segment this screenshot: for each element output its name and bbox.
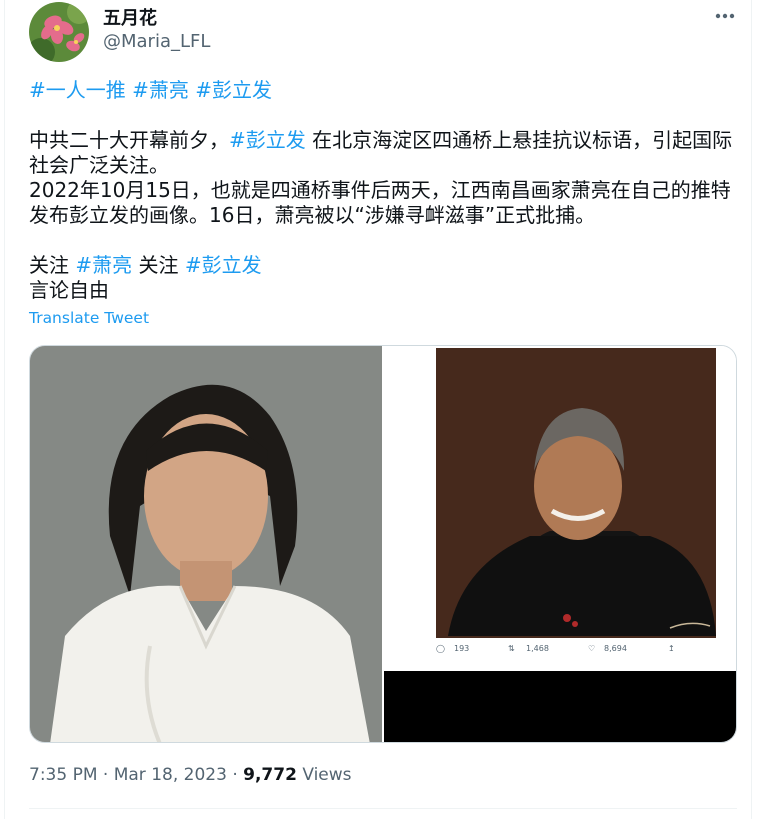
separator: · (102, 765, 109, 785)
like-count: 8,694 (604, 644, 627, 653)
translate-tweet-link[interactable]: Translate Tweet (29, 309, 149, 327)
photo-right[interactable] (384, 346, 737, 743)
retweet-count: 1,468 (526, 644, 549, 653)
hashtag-link[interactable]: #萧亮 (75, 253, 132, 277)
views-label: Views (302, 765, 352, 785)
more-options-button[interactable] (711, 2, 739, 30)
avatar[interactable] (29, 2, 89, 62)
follow-label: 关注 (138, 253, 179, 277)
photo-left[interactable] (30, 346, 382, 743)
hashtag-link[interactable]: #一人一推 (29, 78, 126, 102)
hashtag-link[interactable]: #萧亮 (132, 78, 189, 102)
divider (29, 808, 737, 809)
views-count: 9,772 (243, 765, 297, 785)
tweet-card: 五月花 @Maria_LFL #一人一推 #萧亮 #彭立发 中共二十大开幕前夕，… (4, 0, 752, 819)
separator: · (232, 765, 238, 785)
hashtag-link[interactable]: #彭立发 (195, 78, 272, 102)
reply-count: 193 (454, 644, 470, 653)
tweet-paragraph: 中共二十大开幕前夕， (29, 128, 229, 152)
tweet-paragraph: 言论自由 (29, 278, 109, 302)
author-handle[interactable]: @Maria_LFL (103, 31, 210, 52)
reply-icon: ◯ (436, 644, 445, 653)
like-icon: ♡ (588, 644, 596, 653)
tweet-date[interactable]: Mar 18, 2023 (114, 765, 227, 785)
tweet-time[interactable]: 7:35 PM (29, 765, 98, 785)
hashtag-link[interactable]: #彭立发 (185, 253, 262, 277)
more-options-icon (715, 13, 735, 19)
hashtag-link[interactable]: #彭立发 (229, 128, 306, 152)
share-icon: ↥ (668, 644, 675, 653)
author-display-name[interactable]: 五月花 (103, 4, 157, 30)
retweet-icon: ⇅ (508, 644, 515, 653)
tweet-text: #一人一推 #萧亮 #彭立发 中共二十大开幕前夕，#彭立发 在北京海淀区四通桥上… (29, 78, 735, 303)
media-grid: ◯ 193 ⇅ 1,468 ♡ 8,694 ↥ (29, 345, 737, 743)
tweet-meta: 7:35 PM · Mar 18, 2023 · 9,772 Views (29, 765, 352, 785)
follow-label: 关注 (29, 253, 69, 277)
embedded-action-bar: ◯ 193 ⇅ 1,468 ♡ 8,694 ↥ (436, 644, 726, 658)
tweet-paragraph: 2022年10月15日，也就是四通桥事件后两天，江西南昌画家萧亮在自己的推特发布… (29, 178, 731, 227)
